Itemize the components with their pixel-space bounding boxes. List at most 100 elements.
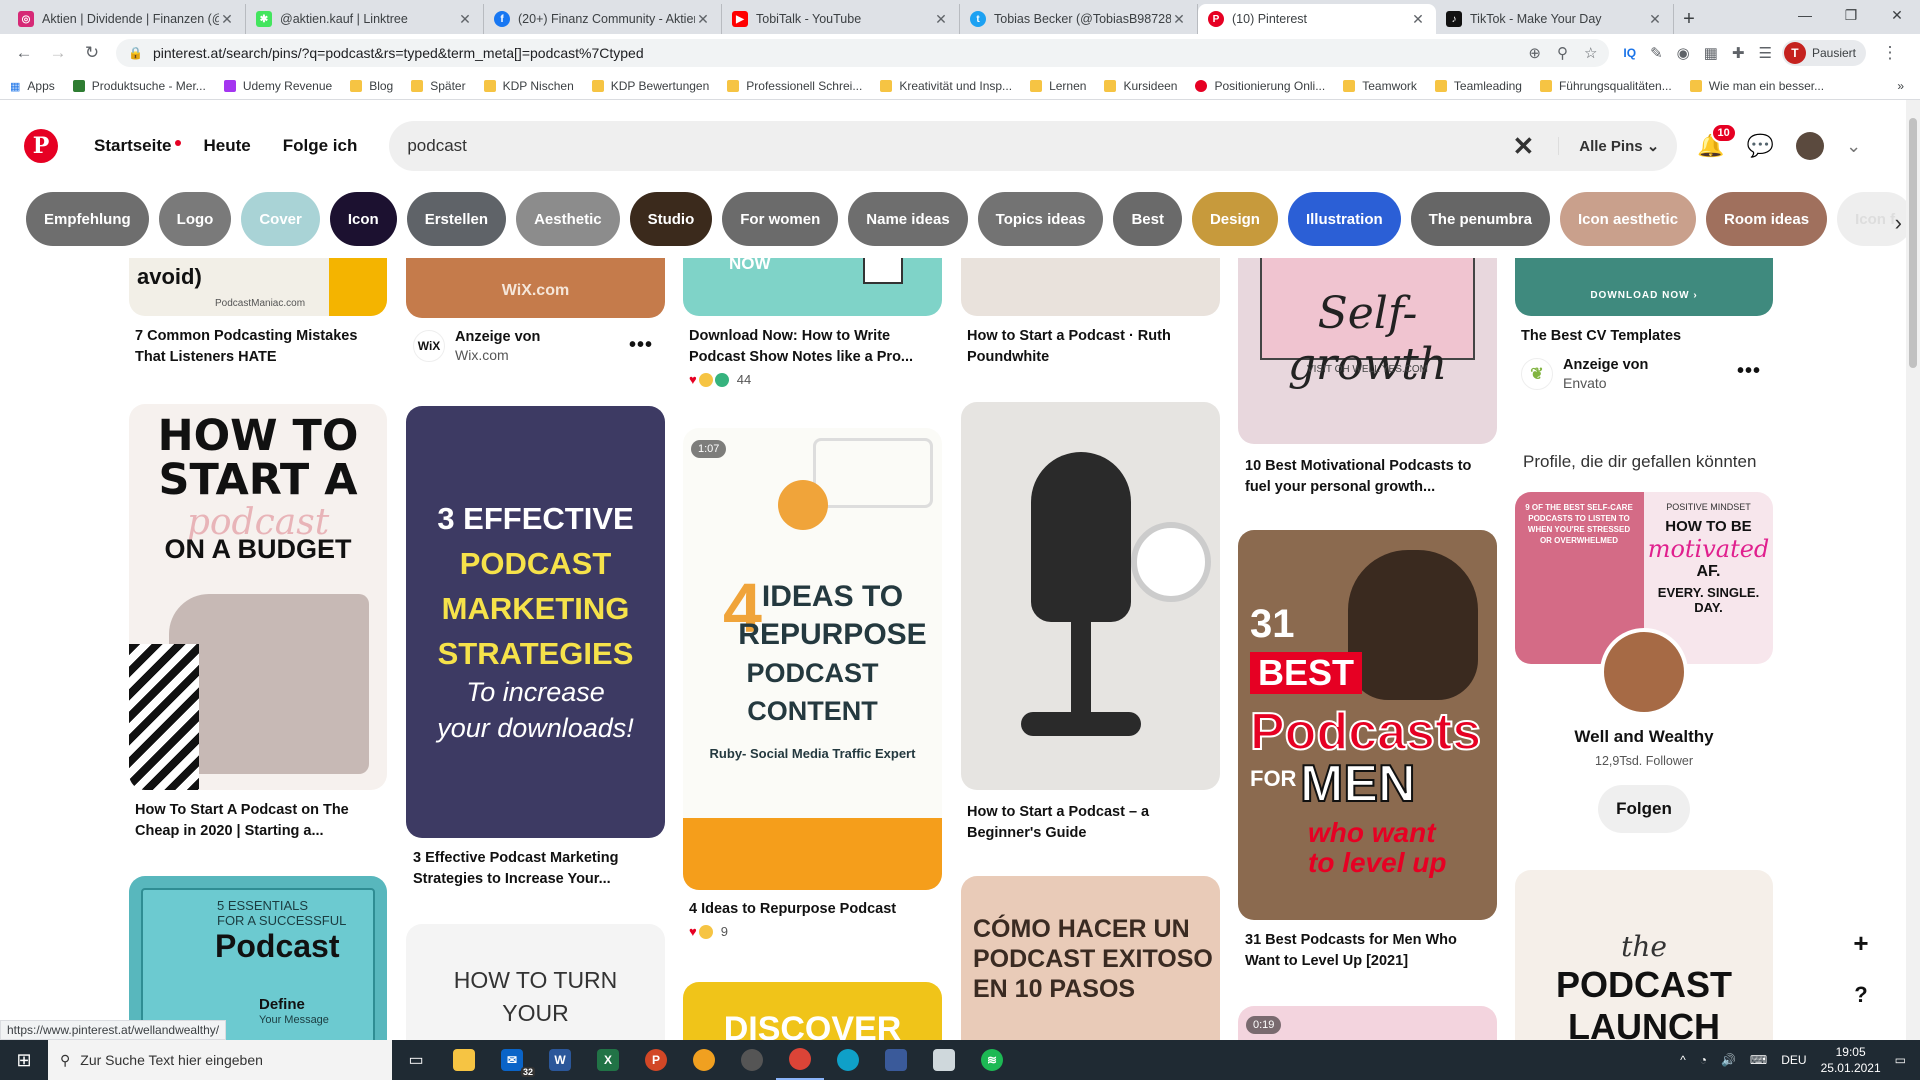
tab-facebook[interactable]: f (20+) Finanz Community - Aktien ✕ xyxy=(484,4,722,34)
notifications-icon[interactable]: ▭ xyxy=(1895,1053,1906,1067)
pin-image[interactable]: HOW TO TURN YOUR xyxy=(406,924,665,1040)
profile-avatar[interactable] xyxy=(1600,628,1688,716)
pin-video[interactable]: 0:19 xyxy=(1238,1006,1497,1040)
mail-icon[interactable]: ✉ 32 xyxy=(488,1040,536,1080)
spotify-icon[interactable]: ≋ xyxy=(968,1040,1016,1080)
tray-overflow-icon[interactable]: ^ xyxy=(1680,1053,1686,1067)
language-indicator[interactable]: DEU xyxy=(1781,1053,1806,1067)
notifications-bell-icon[interactable]: 🔔 10 xyxy=(1697,123,1737,159)
pill-topics-ideas[interactable]: Topics ideas xyxy=(977,192,1104,246)
file-explorer-icon[interactable] xyxy=(440,1040,488,1080)
tab-pinterest[interactable]: P (10) Pinterest ✕ xyxy=(1198,4,1436,34)
install-icon[interactable]: ⊕ xyxy=(1528,44,1541,62)
pill-icon[interactable]: Icon xyxy=(329,192,397,246)
close-tab-icon[interactable]: ✕ xyxy=(219,11,235,28)
minimize-icon[interactable]: — xyxy=(1782,0,1828,30)
ad-attribution-wix[interactable]: WiX Anzeige von Wix.com xyxy=(413,329,540,363)
task-view-icon[interactable]: ▭ xyxy=(392,1040,440,1080)
tab-instagram[interactable]: ◎ Aktien | Dividende | Finanzen (@ ✕ xyxy=(8,4,246,34)
bookmark-item[interactable]: Positionierung Onli... xyxy=(1195,79,1325,93)
pin-image[interactable]: DISCOVER xyxy=(683,982,942,1040)
chrome-icon[interactable] xyxy=(776,1040,824,1080)
keyboard-icon[interactable]: ⌨ xyxy=(1750,1053,1767,1067)
clear-search-icon[interactable]: ✕ xyxy=(1512,131,1534,162)
bookmark-folder[interactable]: Professionell Schrei... xyxy=(727,79,862,93)
bookmark-folder[interactable]: Teamleading xyxy=(1434,79,1522,93)
nav-home[interactable]: Startseite xyxy=(94,136,182,156)
account-chevron-icon[interactable]: ⌄ xyxy=(1846,136,1861,157)
pin-image[interactable]: Self-growth VISIT OH WELL YES.COM xyxy=(1238,258,1497,444)
pill-room-ideas[interactable]: Room ideas xyxy=(1706,192,1828,246)
close-tab-icon[interactable]: ✕ xyxy=(933,11,949,28)
pill-best[interactable]: Best xyxy=(1113,192,1182,246)
pin-caption[interactable]: How To Start A Podcast on The Cheap in 2… xyxy=(135,800,385,842)
pill-design[interactable]: Design xyxy=(1191,192,1278,246)
pills-next-arrow-icon[interactable]: › xyxy=(1895,210,1902,236)
pin-image[interactable]: HOW TO START A podcast ON A BUDGET xyxy=(129,404,387,790)
pin-image[interactable]: NOW xyxy=(683,258,942,316)
nav-following[interactable]: Folge ich xyxy=(283,136,358,156)
bookmark-folder[interactable]: Kreativität und Insp... xyxy=(880,79,1012,93)
extension-iq-icon[interactable]: IQ xyxy=(1623,46,1636,60)
pill-empfehlung[interactable]: Empfehlung xyxy=(26,192,149,246)
close-tab-icon[interactable]: ✕ xyxy=(1171,11,1187,28)
pin-caption[interactable]: 4 Ideas to Repurpose Podcast xyxy=(689,899,939,920)
pin-caption[interactable]: How to Start a Podcast – a Beginner's Gu… xyxy=(967,802,1217,844)
more-options-icon[interactable]: ••• xyxy=(1737,360,1761,383)
app-icon[interactable] xyxy=(920,1040,968,1080)
browser-profile-button[interactable]: T Pausiert xyxy=(1781,40,1866,66)
user-avatar[interactable] xyxy=(1796,132,1825,160)
pill-logo[interactable]: Logo xyxy=(158,192,232,246)
bookmark-folder[interactable]: Blog xyxy=(350,79,393,93)
edge-icon[interactable] xyxy=(824,1040,872,1080)
bookmark-folder[interactable]: Lernen xyxy=(1030,79,1086,93)
create-plus-icon[interactable]: + xyxy=(1844,926,1878,960)
tab-linktree[interactable]: ✱ @aktien.kauf | Linktree ✕ xyxy=(246,4,484,34)
windows-start-icon[interactable]: ⊞ xyxy=(0,1050,48,1071)
forward-icon[interactable]: → xyxy=(44,39,72,67)
pin-caption[interactable]: 31 Best Podcasts for Men Who Want to Lev… xyxy=(1245,930,1495,972)
pin-caption[interactable]: How to Start a Podcast · Ruth Poundwhite xyxy=(967,326,1217,368)
search-bar[interactable]: podcast ✕ Alle Pins ⌄ xyxy=(389,121,1678,171)
extensions-puzzle-icon[interactable]: ✚ xyxy=(1732,44,1745,62)
profile-name[interactable]: Well and Wealthy xyxy=(1515,727,1773,747)
scrollbar-thumb[interactable] xyxy=(1909,118,1917,368)
tab-tiktok[interactable]: ♪ TikTok - Make Your Day ✕ xyxy=(1436,4,1674,34)
bookmark-folder[interactable]: Kursideen xyxy=(1104,79,1177,93)
extension-grid-icon[interactable]: ▦ xyxy=(1704,44,1718,62)
close-tab-icon[interactable]: ✕ xyxy=(1410,11,1426,28)
volume-icon[interactable]: 🔊 xyxy=(1721,1053,1736,1067)
bookmark-folder[interactable]: Teamwork xyxy=(1343,79,1417,93)
pill-icon-aesthetic[interactable]: Icon aesthetic xyxy=(1560,192,1697,246)
search-input[interactable]: podcast xyxy=(407,136,1512,156)
pin-image[interactable]: WiX.com xyxy=(406,258,665,318)
pin-image[interactable]: CÓMO HACER UN PODCAST EXITOSO EN 10 PASO… xyxy=(961,876,1220,1040)
pill-the-penumbra[interactable]: The penumbra xyxy=(1410,192,1550,246)
more-options-icon[interactable]: ••• xyxy=(629,334,653,357)
pin-image[interactable] xyxy=(961,258,1220,316)
pin-caption[interactable]: The Best CV Templates xyxy=(1521,326,1771,347)
pin-caption[interactable]: 10 Best Motivational Podcasts to fuel yo… xyxy=(1245,456,1495,498)
tab-twitter[interactable]: t Tobias Becker (@TobiasB987283 ✕ xyxy=(960,4,1198,34)
close-tab-icon[interactable]: ✕ xyxy=(1647,11,1663,28)
excel-icon[interactable]: X xyxy=(584,1040,632,1080)
reload-icon[interactable]: ↻ xyxy=(78,39,106,67)
pin-image[interactable]: avoid) PodcastManiac.com xyxy=(129,258,387,316)
bookmark-folder[interactable]: KDP Nischen xyxy=(483,79,574,93)
pin-image[interactable]: 3 EFFECTIVE PODCAST MARKETING STRATEGIES… xyxy=(406,406,665,838)
pill-illustration[interactable]: Illustration xyxy=(1287,192,1401,246)
nav-today[interactable]: Heute xyxy=(203,136,250,156)
pin-caption[interactable]: Download Now: How to Write Podcast Show … xyxy=(689,326,939,368)
bookmark-apps[interactable]: ▦ Apps xyxy=(10,79,55,93)
back-icon[interactable]: ← xyxy=(10,39,38,67)
bookmark-folder[interactable]: Führungsqualitäten... xyxy=(1539,79,1672,93)
reading-list-icon[interactable]: ☰ xyxy=(1759,44,1772,62)
messages-icon[interactable]: 💬 xyxy=(1747,133,1774,159)
bookmark-item[interactable]: Produktsuche - Mer... xyxy=(72,79,206,93)
close-window-icon[interactable]: ✕ xyxy=(1874,0,1920,30)
pin-image[interactable]: DOWNLOAD NOW › xyxy=(1515,258,1773,316)
follow-button[interactable]: Folgen xyxy=(1598,785,1690,833)
pill-name-ideas[interactable]: Name ideas xyxy=(848,192,968,246)
pill-erstellen[interactable]: Erstellen xyxy=(406,192,507,246)
taskbar-search[interactable]: ⚲ Zur Suche Text hier eingeben xyxy=(48,1040,392,1080)
